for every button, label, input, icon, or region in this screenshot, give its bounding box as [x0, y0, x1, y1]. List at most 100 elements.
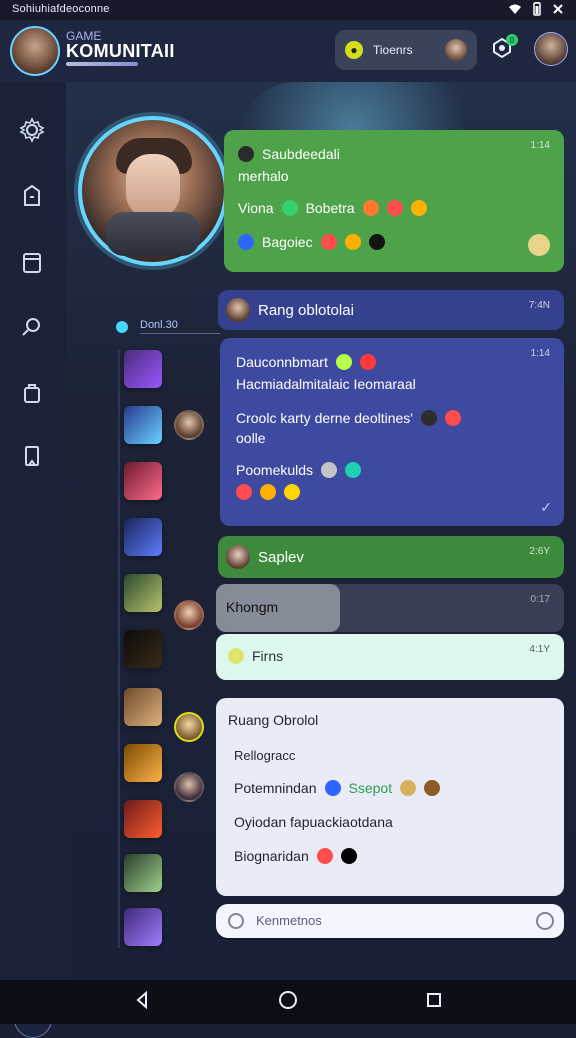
message-4-header: Saplev [226, 545, 304, 569]
message-card-4[interactable]: Saplev 2:6Y [218, 536, 564, 578]
message-card-7[interactable]: Ruang Obrolol Rellogracc Potemnindan Sse… [216, 698, 564, 896]
thread-thumb-7[interactable] [124, 688, 162, 726]
message-6-header: Firns [228, 648, 283, 664]
profile-avatar[interactable] [534, 32, 568, 66]
message-3-emoji-6 [345, 462, 362, 478]
message-card-5[interactable]: Khongm 0:17 [216, 584, 564, 632]
thread-thumb-8[interactable] [124, 744, 162, 782]
emoji-icon[interactable] [536, 912, 554, 930]
message-3-line-5: Poomekulds [236, 462, 362, 478]
coin-icon: ● [345, 41, 363, 59]
search-icon [19, 315, 45, 346]
message-card-2[interactable]: Rang oblotolai 7:4N [218, 290, 564, 330]
tokens-avatar [445, 39, 467, 61]
message-3-emoji-4 [444, 410, 461, 426]
message-1-avatar [238, 146, 254, 162]
message-3-line-1-text: Dauconnbmart [236, 354, 328, 370]
thread-thumb-3[interactable] [124, 462, 162, 500]
channel-dot [116, 321, 128, 333]
sidebar-item-search[interactable] [14, 312, 50, 348]
message-1-header: Saubdeedali [238, 146, 340, 162]
thread-thumb-9[interactable] [124, 800, 162, 838]
message-1-line-2: Bagoiec [238, 234, 385, 250]
message-7-line-4: Biognaridan [234, 848, 357, 864]
message-card-6[interactable]: Firns 4:1Y [216, 634, 564, 680]
message-7-title: Ruang Obrolol [228, 712, 319, 728]
message-3-line-3-text: Croolc karty derne deoltines' [236, 410, 413, 426]
sidebar-item-settings[interactable] [14, 114, 50, 150]
brand-title: KOMUNITAII [66, 41, 175, 61]
message-composer[interactable]: Kenmetnos [216, 904, 564, 938]
message-7-line-2-highlight: Ssepot [348, 780, 393, 796]
hero-face [126, 154, 180, 218]
sidebar-item-bookmark[interactable] [14, 440, 50, 476]
sticker-2-icon [344, 234, 361, 250]
participant-avatar-1[interactable] [174, 410, 204, 440]
inventory-icon [19, 379, 45, 410]
home-icon [277, 989, 299, 1016]
bookmark-icon [19, 443, 45, 474]
message-4-avatar [226, 545, 250, 569]
message-card-1[interactable]: Saubdeedali merhalo 1:14 Viona Bobetra B… [224, 130, 564, 272]
heart-icon [316, 848, 333, 864]
reaction-button[interactable] [528, 234, 550, 256]
message-4-time: 2:6Y [529, 546, 550, 557]
message-3-emoji-5 [321, 462, 338, 478]
reaction-1-icon [236, 484, 252, 500]
tokens-label: Tioenrs [373, 43, 413, 57]
thread-thumb-10[interactable] [124, 854, 162, 892]
team-icon [238, 234, 254, 250]
composer-placeholder: Kenmetnos [256, 913, 322, 928]
status-left-text: Sohiuhiafdeoconne [12, 3, 110, 15]
settings-icon [19, 116, 45, 148]
system-nav-bar [0, 980, 576, 1024]
message-3-emoji-3 [420, 410, 437, 426]
compose-icon[interactable] [228, 913, 244, 929]
sidebar-item-shop[interactable] [14, 180, 50, 216]
back-icon [131, 989, 153, 1016]
message-5-pill-text: Khongm [226, 599, 279, 615]
reaction-3-icon [284, 484, 300, 500]
participant-avatar-2[interactable] [174, 600, 204, 630]
gem-icon [386, 200, 403, 216]
reaction-2-icon [260, 484, 276, 500]
message-3-line-4: oolle [236, 430, 266, 446]
user-avatar[interactable] [10, 26, 60, 76]
message-6-icon [228, 648, 244, 664]
notification-badge: 0 [506, 34, 518, 46]
thread-thumb-1[interactable] [124, 350, 162, 388]
message-3-line-3: Croolc karty derne deoltines' [236, 410, 461, 426]
battery-icon [532, 2, 542, 19]
close-icon[interactable] [552, 3, 564, 18]
participant-avatar-3[interactable] [174, 712, 204, 742]
status-icons [508, 2, 564, 19]
message-5-time: 0:17 [530, 594, 550, 605]
message-7-line-2: Potemnindan Ssepot [234, 780, 441, 796]
message-3-time: 1:14 [530, 348, 550, 359]
sidebar-item-calendar[interactable] [14, 246, 50, 282]
read-receipt-icon: ✓ [540, 499, 552, 515]
message-4-title: Saplev [258, 548, 304, 566]
thread-thumb-6[interactable] [124, 630, 162, 668]
nav-back-button[interactable] [130, 990, 154, 1014]
globe-icon [324, 780, 341, 796]
nav-home-button[interactable] [276, 990, 300, 1014]
sidebar-item-inventory[interactable] [14, 376, 50, 412]
black-circle-icon [340, 848, 357, 864]
thread-thumb-11[interactable] [124, 908, 162, 946]
message-3-line-2: Hacmiadalmitalaic Ieomaraal [236, 376, 416, 392]
tokens-pill[interactable]: ● Tioenrs [335, 30, 477, 70]
thread-thumb-2[interactable] [124, 406, 162, 444]
channel-underline [140, 333, 220, 334]
thread-thumb-4[interactable] [124, 518, 162, 556]
participant-avatar-4[interactable] [174, 772, 204, 802]
notifications-button[interactable]: 0 [488, 34, 518, 64]
message-2-time: 7:4N [528, 300, 550, 311]
message-3-line-1: Dauconnbmart [236, 354, 376, 370]
wifi-icon [508, 3, 522, 18]
channel-pill[interactable]: Donl.30 [116, 318, 220, 336]
message-card-3[interactable]: 1:14 Dauconnbmart Hacmiadalmitalaic Ieom… [220, 338, 564, 526]
nav-recents-button[interactable] [422, 990, 446, 1014]
thread-thumb-5[interactable] [124, 574, 162, 612]
hero-portrait[interactable] [78, 116, 228, 266]
